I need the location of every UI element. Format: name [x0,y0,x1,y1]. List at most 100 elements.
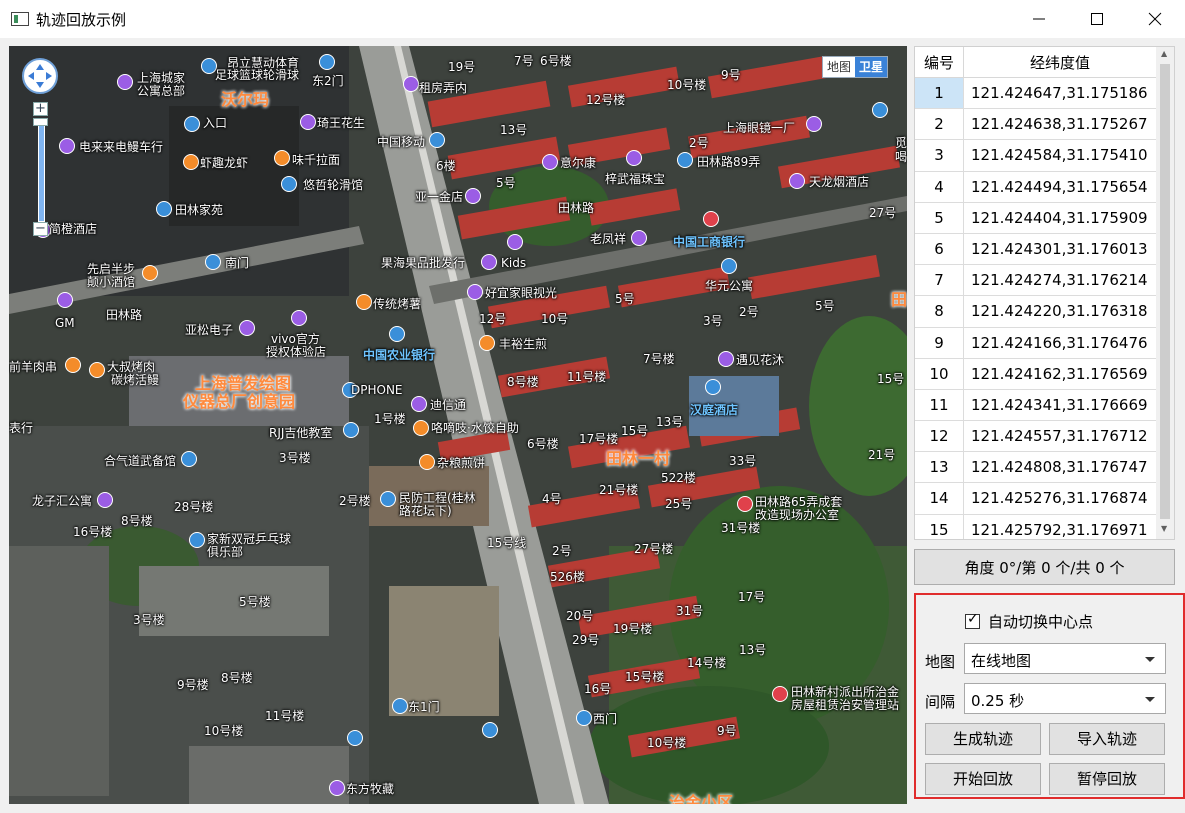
poi-marker-icon[interactable] [631,230,647,246]
satellite-map[interactable]: 昂立慧动体育 足球篮球轮滑球 上海城家 公寓总部 沃尔玛 东2门 19号 7号 6号楼 租房弄内 1… [9,46,907,804]
poi-marker-icon[interactable] [347,730,363,746]
coordinate-cell[interactable]: 121.424341,31.176669 [964,390,1156,420]
scrollbar-thumb[interactable] [1160,64,1170,519]
poi-marker-icon[interactable] [57,292,73,308]
coordinate-cell[interactable]: 121.424162,31.176569 [964,359,1156,389]
zoom-out-button[interactable]: − [33,222,48,236]
coordinate-cell[interactable]: 121.424274,31.176214 [964,265,1156,295]
poi-marker-icon[interactable] [181,451,197,467]
poi-marker-icon[interactable] [429,132,445,148]
pause-playback-button[interactable]: 暂停回放 [1049,763,1165,795]
row-number-cell[interactable]: 8 [915,296,964,327]
poi-marker-icon[interactable] [189,532,205,548]
poi-marker-icon[interactable] [482,722,498,738]
poi-marker-icon[interactable] [356,294,372,310]
poi-marker-icon[interactable] [281,176,297,192]
table-row[interactable]: 8 121.424220,31.176318 [915,296,1156,328]
poi-marker-icon[interactable] [142,265,158,281]
poi-marker-icon[interactable] [205,254,221,270]
poi-marker-icon[interactable] [772,686,788,702]
coordinate-cell[interactable]: 121.424584,31.175410 [964,140,1156,170]
coordinate-cell[interactable]: 121.424638,31.175267 [964,109,1156,139]
table-row[interactable]: 11 121.424341,31.176669 [915,389,1156,422]
column-header-coordinates[interactable]: 经纬度值 [964,47,1156,77]
table-row[interactable]: 5 121.424404,31.175909 [915,202,1156,234]
table-row[interactable]: 12 121.424557,31.176712 [915,421,1156,453]
row-number-cell[interactable]: 14 [915,483,964,514]
table-row[interactable]: 6 121.424301,31.176013 [915,233,1156,266]
coordinate-cell[interactable]: 121.425276,31.176874 [964,483,1156,513]
table-row[interactable]: 15 121.425792,31.176971 [915,514,1156,539]
poi-marker-icon[interactable] [479,335,495,351]
row-number-cell[interactable]: 2 [915,109,964,140]
table-row[interactable]: 14 121.425276,31.176874 [915,483,1156,515]
row-number-cell[interactable]: 5 [915,202,964,233]
zoom-slider-track[interactable] [38,118,45,222]
row-number-cell[interactable]: 15 [915,514,964,539]
row-number-cell[interactable]: 6 [915,233,964,265]
map-pan-control[interactable] [22,58,58,94]
row-number-cell[interactable]: 12 [915,421,964,452]
poi-marker-icon[interactable] [392,698,408,714]
row-number-cell[interactable]: 11 [915,389,964,421]
row-number-cell[interactable]: 3 [915,140,964,171]
table-row[interactable]: 1 121.424647,31.175186 [915,78,1156,110]
poi-marker-icon[interactable] [156,201,172,217]
poi-marker-icon[interactable] [184,116,200,132]
poi-marker-icon[interactable] [411,396,427,412]
row-number-cell[interactable]: 13 [915,452,964,483]
poi-marker-icon[interactable] [59,138,75,154]
map-type-satellite-button[interactable]: 卫星 [855,57,888,77]
poi-marker-icon[interactable] [403,76,419,92]
table-row[interactable]: 13 121.424808,31.176747 [915,452,1156,484]
poi-marker-icon[interactable] [576,710,592,726]
column-header-number[interactable]: 编号 [915,47,964,77]
table-row[interactable]: 9 121.424166,31.176476 [915,327,1156,359]
coordinate-cell[interactable]: 121.424808,31.176747 [964,452,1156,482]
coordinate-cell[interactable]: 121.424404,31.175909 [964,203,1156,233]
row-number-cell[interactable]: 1 [915,78,964,109]
poi-marker-icon[interactable] [703,211,719,227]
row-number-cell[interactable]: 10 [915,358,964,389]
poi-marker-icon[interactable] [239,320,255,336]
poi-marker-icon[interactable] [300,114,316,130]
poi-marker-icon[interactable] [718,351,734,367]
import-track-button[interactable]: 导入轨迹 [1049,723,1165,755]
poi-marker-icon[interactable] [872,102,888,118]
poi-marker-icon[interactable] [721,258,737,274]
generate-track-button[interactable]: 生成轨迹 [925,723,1041,755]
table-scrollbar[interactable]: ▲ ▼ [1156,47,1174,539]
poi-marker-icon[interactable] [89,362,105,378]
coordinate-cell[interactable]: 121.424166,31.176476 [964,328,1156,358]
poi-marker-icon[interactable] [806,116,822,132]
poi-marker-icon[interactable] [291,310,307,326]
status-display-button[interactable]: 角度 0°/第 0 个/共 0 个 [914,549,1175,585]
zoom-in-button[interactable]: + [33,102,48,116]
coordinate-cell[interactable]: 121.425792,31.176971 [964,515,1156,539]
row-number-cell[interactable]: 9 [915,327,964,358]
poi-marker-icon[interactable] [737,496,753,512]
row-number-cell[interactable]: 7 [915,265,964,296]
zoom-slider-handle[interactable] [33,118,48,126]
poi-marker-icon[interactable] [380,491,396,507]
scroll-down-icon[interactable]: ▼ [1161,524,1167,533]
scroll-up-icon[interactable]: ▲ [1161,49,1167,58]
poi-marker-icon[interactable] [389,326,405,342]
poi-marker-icon[interactable] [413,420,429,436]
table-row[interactable]: 2 121.424638,31.175267 [915,109,1156,141]
poi-marker-icon[interactable] [677,152,693,168]
coordinate-cell[interactable]: 121.424557,31.176712 [964,421,1156,451]
close-button[interactable] [1126,0,1184,38]
poi-marker-icon[interactable] [274,150,290,166]
poi-marker-icon[interactable] [419,454,435,470]
poi-marker-icon[interactable] [467,284,483,300]
map-source-select[interactable]: 在线地图 [964,643,1166,674]
poi-marker-icon[interactable] [705,379,721,395]
auto-center-checkbox[interactable] [965,611,980,629]
table-row[interactable]: 7 121.424274,31.176214 [915,265,1156,297]
poi-marker-icon[interactable] [97,492,113,508]
start-playback-button[interactable]: 开始回放 [925,763,1041,795]
interval-select[interactable]: 0.25 秒 [964,683,1166,714]
auto-center-checkbox-row[interactable]: 自动切换中心点 [965,611,1093,631]
row-number-cell[interactable]: 4 [915,171,964,202]
